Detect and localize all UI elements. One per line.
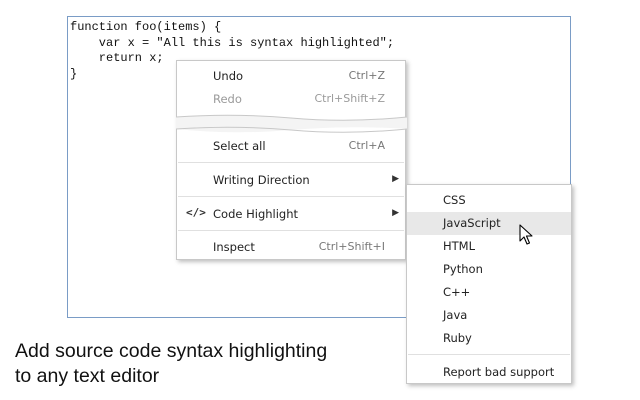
caption-line-1: Add source code syntax highlighting (15, 340, 328, 362)
menu-tear-divider (176, 114, 407, 133)
report-label: Report bad support (443, 365, 555, 379)
submenu-item-html[interactable]: HTML (407, 235, 571, 258)
language-label: Python (443, 262, 483, 276)
code-line-1: function foo(items) { (70, 20, 222, 34)
menu-item-redo[interactable]: Redo Ctrl+Shift+Z (177, 88, 405, 111)
submenu-item-report-bad-support[interactable]: Report bad support (407, 361, 571, 384)
caption-line-2: to any text editor (15, 365, 160, 387)
code-line-2: var x = "All this is syntax highlighted"… (70, 35, 395, 50)
submenu-item-cpp[interactable]: C++ (407, 281, 571, 304)
language-label: Java (443, 308, 468, 322)
menu-item-select-all[interactable]: Select all Ctrl+A (177, 135, 405, 158)
menu-item-writing-direction[interactable]: Writing Direction ▶ (177, 169, 405, 192)
submenu-item-java[interactable]: Java (407, 304, 571, 327)
menu-item-undo[interactable]: Undo Ctrl+Z (177, 65, 405, 88)
menu-separator (408, 354, 570, 355)
redo-label: Redo (213, 92, 242, 106)
select-all-shortcut: Ctrl+A (348, 139, 385, 152)
submenu-item-css[interactable]: CSS (407, 189, 571, 212)
select-all-label: Select all (213, 139, 266, 153)
code-highlight-label: Code Highlight (213, 207, 299, 221)
redo-shortcut: Ctrl+Shift+Z (314, 92, 385, 105)
menu-separator (178, 162, 404, 163)
language-label: C++ (443, 285, 471, 299)
submenu-item-python[interactable]: Python (407, 258, 571, 281)
code-line-3: return x; (70, 51, 164, 65)
language-label: CSS (443, 193, 466, 207)
language-label: Ruby (443, 331, 472, 345)
code-highlight-submenu: CSS JavaScript HTML Python C++ Java Ruby… (406, 184, 572, 384)
menu-separator (178, 196, 404, 197)
language-label: HTML (443, 239, 476, 253)
submenu-arrow-icon: ▶ (392, 208, 399, 218)
menu-separator (178, 230, 404, 231)
submenu-arrow-icon: ▶ (392, 174, 399, 184)
code-brackets-icon: </> (186, 206, 206, 219)
inspect-shortcut: Ctrl+Shift+I (318, 240, 385, 253)
mouse-pointer-icon (519, 224, 533, 245)
menu-item-code-highlight[interactable]: </> Code Highlight ▶ (177, 203, 405, 226)
submenu-item-ruby[interactable]: Ruby (407, 327, 571, 350)
menu-item-inspect[interactable]: Inspect Ctrl+Shift+I (177, 236, 405, 259)
promo-caption: Add source code syntax highlighting to a… (15, 339, 327, 389)
writing-direction-label: Writing Direction (213, 173, 310, 187)
context-menu: Undo Ctrl+Z Redo Ctrl+Shift+Z Select all… (176, 60, 407, 260)
language-label: JavaScript (443, 216, 501, 230)
inspect-label: Inspect (213, 240, 255, 254)
undo-shortcut: Ctrl+Z (348, 69, 385, 82)
submenu-item-javascript[interactable]: JavaScript (407, 212, 571, 235)
undo-label: Undo (213, 69, 244, 83)
code-line-4: } (70, 66, 78, 81)
